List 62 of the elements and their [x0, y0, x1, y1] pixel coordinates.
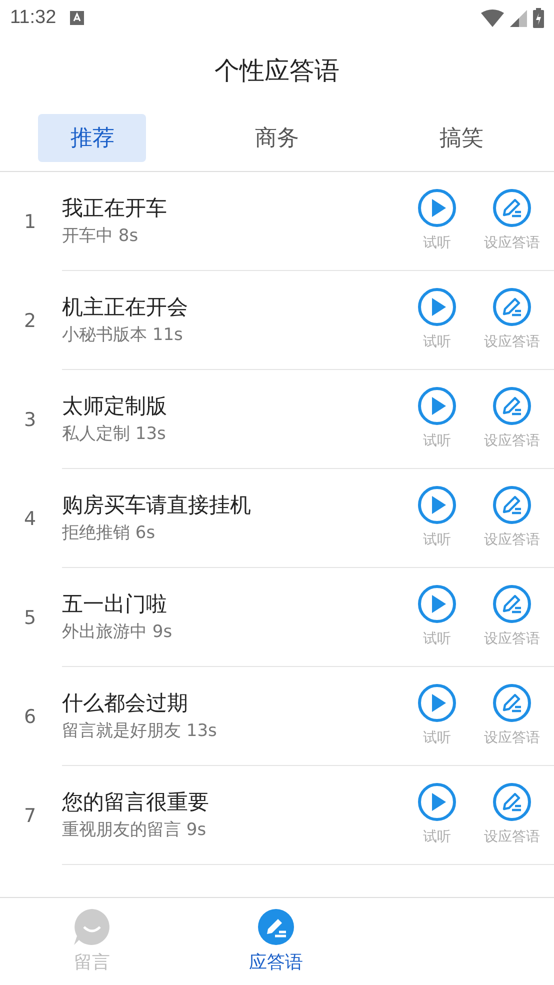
pencil-icon — [257, 908, 295, 946]
play-icon — [417, 584, 457, 624]
set-reply-button[interactable]: 设应答语 — [472, 469, 552, 549]
pencil-icon — [492, 188, 532, 228]
greeting-title: 机主正在开会 — [62, 294, 189, 321]
listen-button[interactable]: 试听 — [402, 172, 472, 252]
row-number: 1 — [24, 210, 38, 232]
greeting-subtitle: 外出旅游中 9s — [62, 621, 174, 643]
nav-tab[interactable]: 留言 — [73, 898, 111, 985]
pencil-icon — [492, 584, 532, 624]
greeting-subtitle: 私人定制 13s — [62, 423, 167, 445]
set-reply-button[interactable]: 设应答语 — [472, 667, 552, 747]
row-number: 6 — [24, 706, 38, 728]
greeting-subtitle: 开车中 8s — [62, 225, 140, 247]
pencil-icon — [492, 485, 532, 525]
status-time: 11:32 — [10, 7, 56, 29]
wifi-icon — [481, 9, 504, 27]
page-title: 个性应答语 — [214, 54, 340, 86]
row-number: 5 — [24, 606, 38, 628]
greeting-title: 五一出门啦 — [62, 591, 168, 618]
nav-tab[interactable]: 应答语 — [249, 898, 303, 985]
row-number: 2 — [24, 310, 38, 332]
greeting-subtitle: 留言就是好朋友 13s — [62, 720, 218, 742]
keyboard-icon — [70, 11, 84, 25]
play-icon — [417, 485, 457, 525]
set-reply-button[interactable]: 设应答语 — [472, 370, 552, 450]
greeting-title: 购房买车请直接挂机 — [62, 492, 252, 519]
category-tab[interactable]: 推荐 — [38, 114, 146, 162]
set-reply-button[interactable]: 设应答语 — [472, 766, 552, 846]
play-icon — [417, 386, 457, 426]
battery-icon — [533, 8, 544, 28]
greeting-title: 什么都会过期 — [62, 690, 189, 717]
listen-button[interactable]: 试听 — [402, 370, 472, 450]
listen-button[interactable]: 试听 — [402, 667, 472, 747]
greeting-title: 我正在开车 — [62, 195, 168, 222]
play-icon — [417, 683, 457, 723]
signal-icon — [510, 10, 527, 26]
greeting-title: 您的留言很重要 — [62, 789, 210, 816]
pencil-icon — [492, 683, 532, 723]
listen-button[interactable]: 试听 — [402, 568, 472, 648]
set-reply-button[interactable]: 设应答语 — [472, 271, 552, 351]
set-reply-button[interactable]: 设应答语 — [472, 172, 552, 252]
category-tab[interactable]: 搞笑 — [408, 114, 516, 162]
play-icon — [417, 188, 457, 228]
greeting-subtitle: 拒绝推销 6s — [62, 522, 156, 544]
listen-button[interactable]: 试听 — [402, 766, 472, 846]
pencil-icon — [492, 287, 532, 327]
greeting-subtitle: 重视朋友的留言 9s — [62, 819, 208, 841]
greeting-title: 太师定制版 — [62, 393, 168, 420]
play-icon — [417, 287, 457, 327]
set-reply-button[interactable]: 设应答语 — [472, 568, 552, 648]
listen-button[interactable]: 试听 — [402, 469, 472, 549]
chat-bubble-icon — [73, 908, 111, 946]
category-tab[interactable]: 商务 — [223, 114, 331, 162]
pencil-icon — [492, 782, 532, 822]
pencil-icon — [492, 386, 532, 426]
play-icon — [417, 782, 457, 822]
row-number: 4 — [24, 508, 38, 530]
listen-button[interactable]: 试听 — [402, 271, 472, 351]
greeting-subtitle: 小秘书版本 11s — [62, 324, 184, 346]
row-number: 7 — [24, 804, 38, 826]
row-number: 3 — [24, 408, 38, 430]
